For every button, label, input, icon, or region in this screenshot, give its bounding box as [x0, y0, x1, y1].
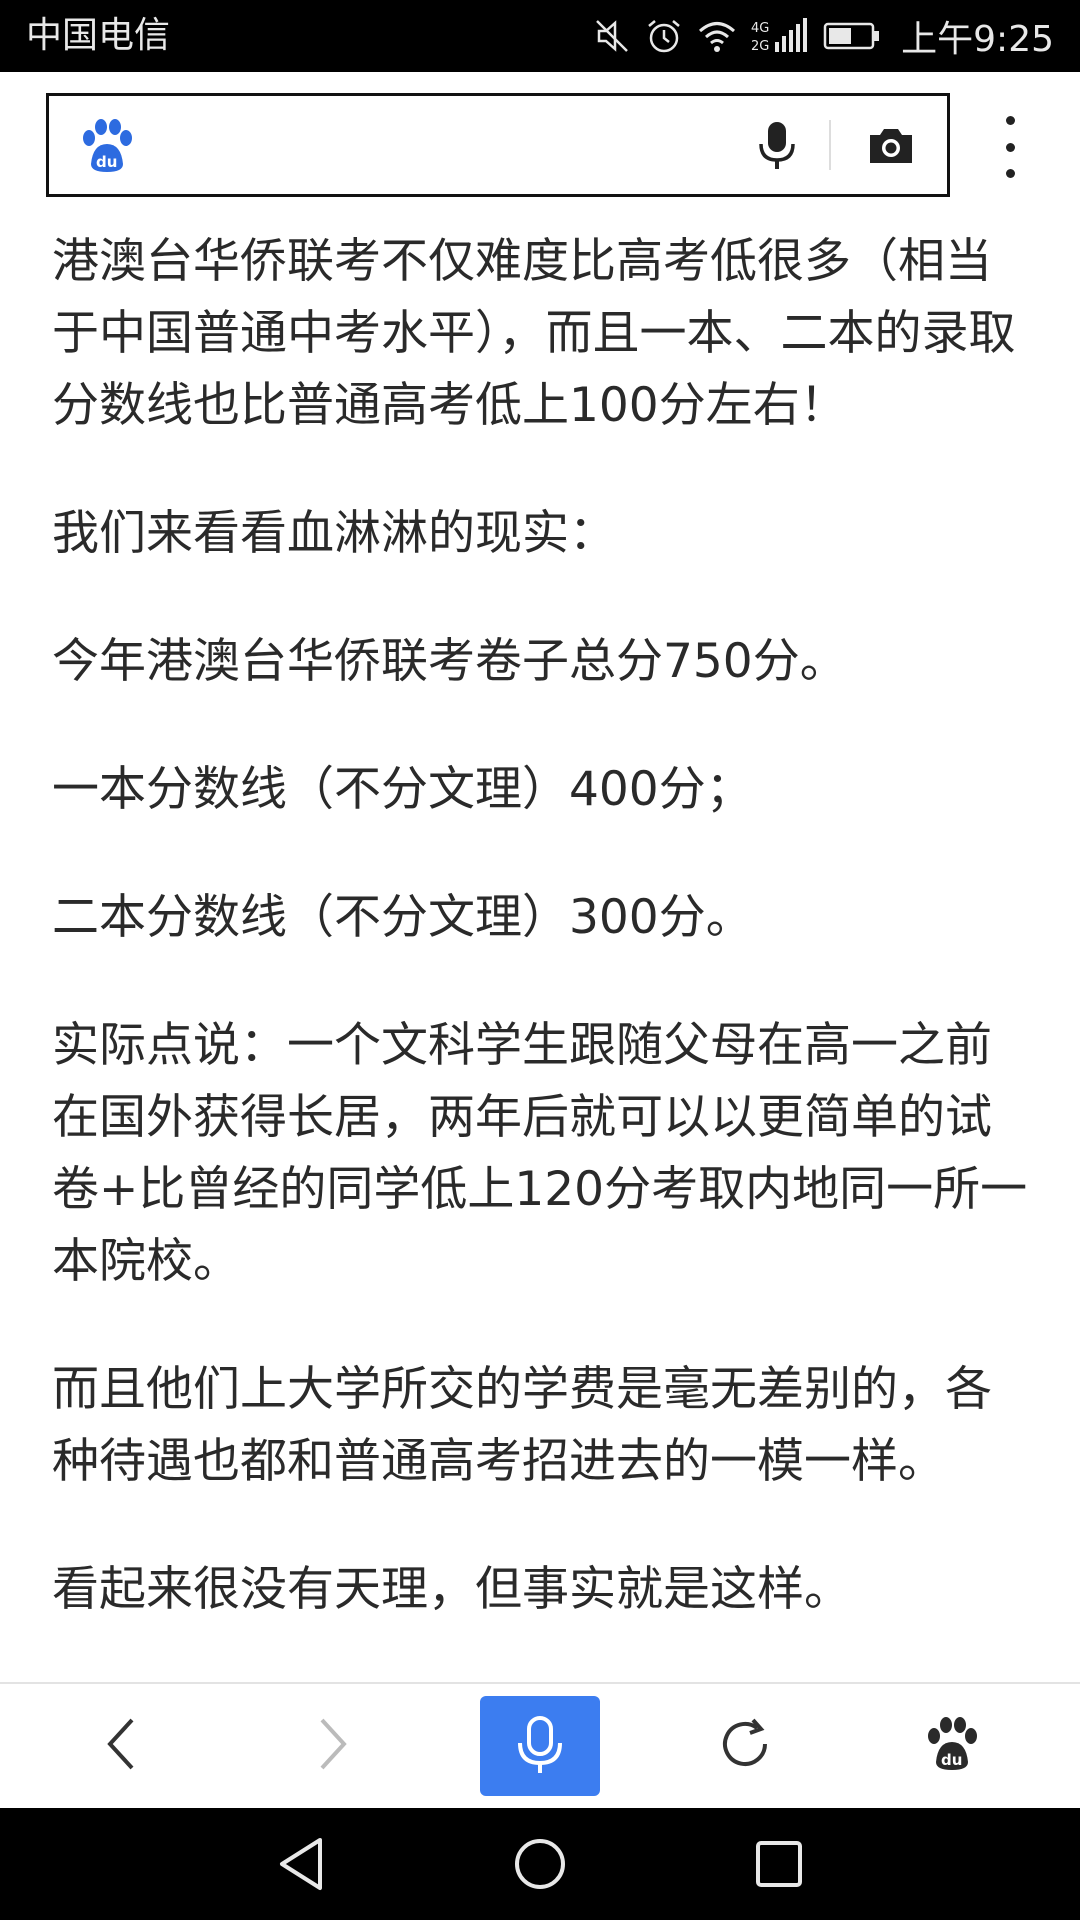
svg-text:2G: 2G [751, 39, 769, 54]
wifi-icon [697, 18, 737, 54]
baidu-logo[interactable]: du [79, 118, 135, 174]
status-icons: 4G 2G 上午9:25 [593, 12, 1054, 60]
camera-icon[interactable] [859, 118, 923, 174]
refresh-icon[interactable] [685, 1694, 805, 1794]
search-divider [829, 120, 831, 170]
article-paragraph: 一本分数线（不分文理）400分； [52, 762, 753, 817]
article-paragraph: 看起来很没有天理，但事实就是这样。 [52, 1562, 851, 1617]
signal-icon: 4G 2G [751, 16, 809, 56]
status-bar: 中国电信 4G 2G 上午9:25 [0, 0, 1080, 72]
recents-square-icon[interactable] [734, 1826, 824, 1902]
search-bar[interactable]: du [46, 93, 950, 197]
article-paragraph: 港澳台华侨联考不仅难度比高考低很多（相当于中国普通中考水平），而且一本、二本的录… [52, 234, 1016, 433]
baidu-paw-icon[interactable]: du [892, 1694, 1012, 1794]
article-paragraph: 我们来看看血淋淋的现实： [52, 506, 616, 561]
back-icon[interactable] [62, 1694, 182, 1794]
clock: 上午9:25 [901, 19, 1054, 60]
article-body: 港澳台华侨联考不仅难度比高考低很多（相当于中国普通中考水平），而且一本、二本的录… [52, 226, 1032, 1681]
svg-text:du: du [96, 153, 117, 171]
mute-icon [593, 17, 631, 55]
alarm-icon [645, 17, 683, 55]
microphone-icon[interactable] [749, 118, 805, 174]
more-vertical-icon[interactable] [990, 112, 1030, 182]
carrier-label: 中国电信 [26, 15, 171, 56]
search-input[interactable] [159, 116, 763, 178]
article-paragraph: 实际点说：一个文科学生跟随父母在高一之前在国外获得长居，两年后就可以以更简单的试… [52, 1018, 1028, 1289]
svg-text:4G: 4G [751, 21, 769, 36]
battery-icon [823, 21, 881, 51]
back-triangle-icon[interactable] [256, 1826, 346, 1902]
system-nav-bar [0, 1808, 1080, 1920]
browser-toolbar: du [0, 1682, 1080, 1808]
article-paragraph: 二本分数线（不分文理）300分。 [52, 890, 753, 945]
voice-search-button[interactable] [480, 1696, 600, 1796]
svg-text:du: du [941, 1751, 962, 1769]
screen: 中国电信 4G 2G 上午9:25 du 港澳台华侨联考不仅难度比高考低很多（相… [0, 0, 1080, 1920]
article-paragraph: 而且他们上大学所交的学费是毫无差别的，各种待遇也都和普通高考招进去的一模一样。 [52, 1362, 992, 1489]
forward-icon[interactable] [272, 1694, 392, 1794]
home-circle-icon[interactable] [495, 1826, 585, 1902]
microphone-icon [518, 1716, 562, 1773]
article-paragraph: 今年港澳台华侨联考卷子总分750分。 [52, 634, 847, 689]
